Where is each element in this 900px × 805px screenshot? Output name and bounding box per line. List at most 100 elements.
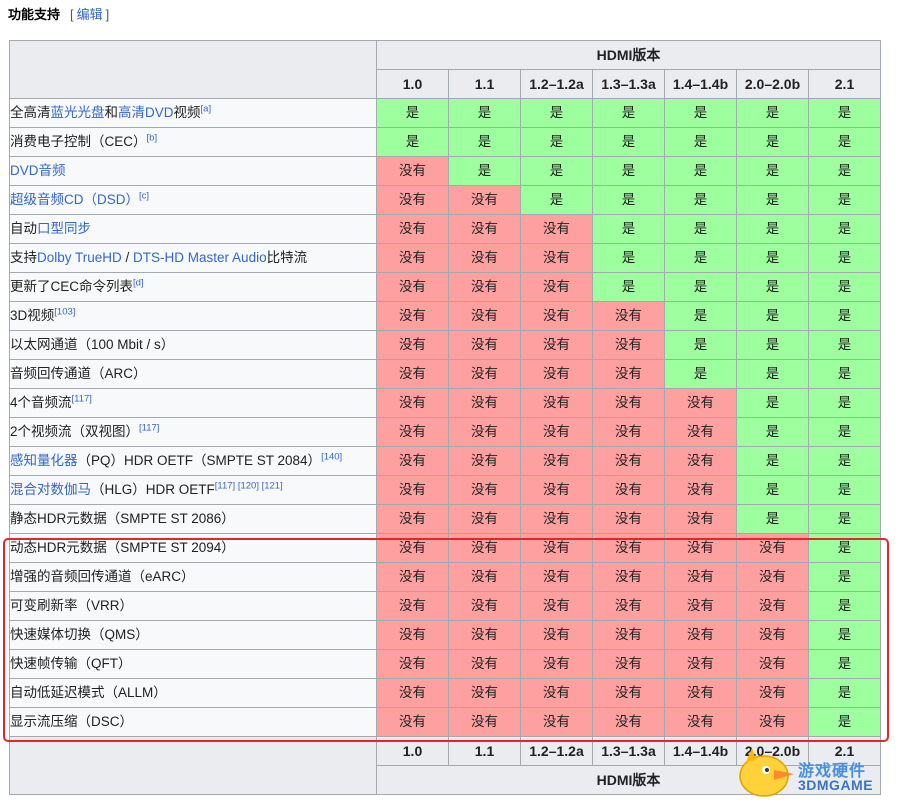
feature-cell: 消费电子控制（CEC）[b] <box>9 127 377 157</box>
support-no-cell: 没有 <box>520 417 593 447</box>
feature-text: （HLG）HDR OETF <box>91 482 215 497</box>
support-yes-cell: 是 <box>448 127 521 157</box>
version-header-top: 1.4–1.4b <box>664 69 737 99</box>
support-no-cell: 没有 <box>736 678 809 708</box>
support-no-cell: 没有 <box>520 446 593 476</box>
feature-cell: 自动低延迟模式（ALLM） <box>9 678 377 708</box>
support-no-cell: 没有 <box>448 649 521 679</box>
support-no-cell: 没有 <box>736 649 809 679</box>
support-yes-cell: 是 <box>808 591 881 621</box>
support-yes-cell: 是 <box>808 359 881 389</box>
citation-link[interactable]: [a] <box>201 104 212 115</box>
support-yes-cell: 是 <box>808 388 881 418</box>
support-yes-cell: 是 <box>736 359 809 389</box>
section-header: 功能支持 [编辑] <box>8 6 109 24</box>
table-row: 超级音频CD（DSD）[c] 没有 没有是是是是是 <box>9 185 881 215</box>
support-yes-cell: 是 <box>808 185 881 215</box>
feature-text: 音频回传通道（ARC） <box>10 366 147 381</box>
comparison-table-wrapper: HDMI版本 1.0 1.1 1.2–1.2a 1.3–1.3a 1.4–1.4b 2.0… <box>9 40 881 795</box>
feature-cell: 快速媒体切换（QMS） <box>9 620 377 650</box>
feature-link[interactable]: 混合对数伽马 <box>11 482 92 497</box>
support-no-cell: 没有 <box>376 272 449 302</box>
support-yes-cell: 是 <box>520 185 593 215</box>
feature-text: 自动低延迟模式（ALLM） <box>10 685 167 700</box>
support-no-cell: 没有 <box>592 591 665 621</box>
support-yes-cell: 是 <box>376 127 449 157</box>
feature-cell: 动态HDR元数据（SMPTE ST 2094） <box>9 533 377 563</box>
citation-link[interactable]: [c] <box>139 191 149 202</box>
feature-cell: 可变刷新率（VRR） <box>9 591 377 621</box>
citation-link[interactable]: [103] <box>54 307 75 318</box>
citation-link[interactable]: [117] <box>139 423 159 434</box>
table-row: 自动口型同步 没有 没有 没有是是是是 <box>9 214 881 244</box>
support-yes-cell: 是 <box>736 243 809 273</box>
support-yes-cell: 是 <box>808 707 881 737</box>
support-yes-cell: 是 <box>592 185 665 215</box>
feature-link[interactable]: Dolby TrueHD <box>37 250 122 265</box>
feature-text: 2个视频流（双视图） <box>10 424 140 439</box>
support-no-cell: 没有 <box>520 707 593 737</box>
support-yes-cell: 是 <box>808 214 881 244</box>
support-yes-cell: 是 <box>664 98 737 128</box>
citation-link[interactable]: [117] <box>72 394 92 405</box>
version-header-top: 1.2–1.2a <box>520 69 593 99</box>
edit-link[interactable]: 编辑 <box>77 7 103 22</box>
support-no-cell: 没有 <box>376 214 449 244</box>
support-no-cell: 没有 <box>592 649 665 679</box>
support-yes-cell: 是 <box>808 446 881 476</box>
table-row: 全高清蓝光光盘和高清DVD视频[a] 是是是是是是是 <box>9 98 881 128</box>
support-yes-cell: 是 <box>520 156 593 186</box>
support-yes-cell: 是 <box>736 417 809 447</box>
support-no-cell: 没有 <box>520 388 593 418</box>
table-row: 以太网通道（100 Mbit / s） 没有 没有 没有 没有是是是 <box>9 330 881 360</box>
support-yes-cell: 是 <box>808 243 881 273</box>
citation-link[interactable]: [b] <box>147 133 158 144</box>
feature-text: 静态HDR元数据（SMPTE ST 2086） <box>10 511 235 526</box>
support-no-cell: 没有 <box>376 562 449 592</box>
support-no-cell: 没有 <box>592 707 665 737</box>
feature-link[interactable]: 蓝光光盘 <box>51 105 105 120</box>
feature-cell: 静态HDR元数据（SMPTE ST 2086） <box>9 504 377 534</box>
feature-link[interactable]: DVD音频 <box>11 163 66 178</box>
feature-link[interactable]: 高清DVD <box>118 105 174 120</box>
edit-bracket: [编辑] <box>70 7 110 22</box>
support-no-cell: 没有 <box>592 475 665 505</box>
feature-text: 显示流压缩（DSC） <box>10 714 134 729</box>
support-no-cell: 没有 <box>520 475 593 505</box>
support-no-cell: 没有 <box>664 562 737 592</box>
version-header-top: 1.1 <box>448 69 521 99</box>
support-no-cell: 没有 <box>376 301 449 331</box>
group-header-top: HDMI版本 <box>376 40 881 70</box>
support-no-cell: 没有 <box>592 359 665 389</box>
version-header-bottom: 2.0–2.0b <box>736 736 809 766</box>
feature-link[interactable]: 超级音频CD（DSD） <box>11 192 140 207</box>
support-yes-cell: 是 <box>808 417 881 447</box>
support-no-cell: 没有 <box>520 620 593 650</box>
support-yes-cell: 是 <box>808 156 881 186</box>
feature-link[interactable]: 口型同步 <box>37 221 91 236</box>
citation-link[interactable]: [d] <box>133 278 144 289</box>
support-no-cell: 没有 <box>592 533 665 563</box>
citation-link[interactable]: [140] <box>321 452 342 463</box>
support-no-cell: 没有 <box>592 330 665 360</box>
table-row: 静态HDR元数据（SMPTE ST 2086） 没有 没有 没有 没有 没有是是 <box>9 504 881 534</box>
feature-link[interactable]: 感知量化器 <box>11 453 78 468</box>
support-no-cell: 没有 <box>448 417 521 447</box>
support-yes-cell: 是 <box>736 475 809 505</box>
support-no-cell: 没有 <box>448 620 521 650</box>
support-no-cell: 没有 <box>592 504 665 534</box>
citation-link[interactable]: [117] [120] [121] <box>215 481 283 492</box>
hdmi-feature-table: HDMI版本 1.0 1.1 1.2–1.2a 1.3–1.3a 1.4–1.4b 2.0… <box>9 40 881 795</box>
feature-cell: 超级音频CD（DSD）[c] <box>9 185 377 215</box>
feature-cell: 快速帧传输（QFT） <box>9 649 377 679</box>
support-no-cell: 没有 <box>520 301 593 331</box>
feature-cell: 自动口型同步 <box>9 214 377 244</box>
version-header-bottom: 1.4–1.4b <box>664 736 737 766</box>
feature-text: 和 <box>104 105 119 120</box>
feature-link[interactable]: DTS-HD Master Audio <box>133 250 267 265</box>
support-no-cell: 没有 <box>592 417 665 447</box>
feature-cell: 2个视频流（双视图）[117] <box>9 417 377 447</box>
support-no-cell: 没有 <box>448 591 521 621</box>
support-yes-cell: 是 <box>664 272 737 302</box>
feature-text: 快速帧传输（QFT） <box>10 656 132 671</box>
